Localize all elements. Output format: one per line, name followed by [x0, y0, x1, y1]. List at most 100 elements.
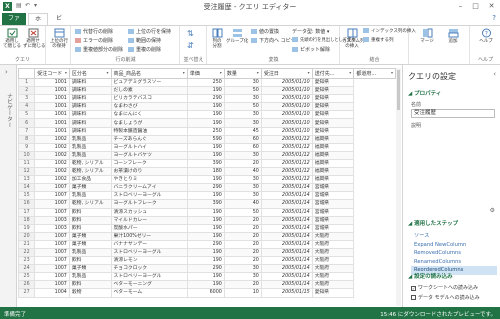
keep-top-button[interactable]: 上位の行を保持 — [128, 28, 171, 36]
table-cell[interactable]: ビュアデミグラスソー — [110, 77, 188, 88]
table-row[interactable]: 6 1001 調味料 なましょうが 190 30 2005/01/10 愛知県 — [18, 118, 396, 128]
table-cell[interactable]: 40 — [223, 167, 262, 177]
table-cell[interactable]: 190 — [186, 207, 225, 217]
table-cell[interactable]: 180 — [186, 167, 225, 177]
remove-alternate-rows-button[interactable]: 代替行の削除 — [75, 28, 113, 36]
merge-button[interactable]: マージ — [416, 28, 438, 54]
applied-step-item[interactable]: Expand NewColumn — [411, 241, 497, 250]
table-cell[interactable]: 愛知県 — [311, 288, 355, 298]
insert-custom-column-button[interactable]: カスタム列 の挿入 — [342, 28, 365, 54]
table-cell[interactable]: ベターモーニング — [110, 280, 188, 290]
tab-home[interactable]: ホーム — [28, 13, 48, 47]
table-cell[interactable]: 乳製品 — [68, 272, 112, 282]
table-cell[interactable]: ストロベリーヨーグル — [110, 272, 188, 282]
table-cell[interactable]: 調味料 — [68, 126, 112, 136]
table-cell[interactable]: 飲料 — [68, 280, 112, 290]
table-cell[interactable]: 福岡県 — [311, 158, 355, 169]
table-cell[interactable]: 20 — [223, 158, 262, 169]
expand-navigator-icon[interactable]: › — [5, 68, 8, 76]
discard-close-button[interactable]: 適用せ ずに閉じる — [23, 28, 46, 54]
column-filter-dropdown-icon[interactable]: ▾ — [65, 70, 67, 75]
help-button[interactable]: ? ヘルプ — [475, 28, 497, 54]
table-cell[interactable]: 飲料 — [68, 215, 112, 225]
table-cell[interactable]: やきとりミ — [110, 175, 188, 185]
append-button[interactable]: 追加 — [442, 28, 464, 54]
table-row[interactable]: 22 1007 乳製品 ストロベリーヨーグル 190 20 2005/01/14 大阪府 — [18, 247, 396, 258]
table-cell[interactable]: 290 — [186, 264, 225, 274]
table-cell[interactable]: 愛知県 — [311, 118, 355, 128]
table-cell[interactable]: 乳製品 — [68, 191, 112, 201]
table-cell[interactable]: 飲料 — [68, 223, 112, 233]
table-cell[interactable]: 愛知県 — [311, 77, 355, 88]
table-cell[interactable]: 福岡県 — [311, 134, 355, 144]
select-all-corner[interactable] — [18, 68, 36, 79]
table-cell[interactable]: 清涼スカッシュ — [110, 207, 188, 217]
table-cell[interactable]: 大阪府 — [311, 272, 355, 282]
table-cell[interactable]: 調味料 — [68, 102, 112, 112]
table-cell[interactable]: 190 — [186, 272, 225, 282]
table-cell[interactable]: 1007 — [34, 280, 70, 290]
table-row[interactable]: 4 1001 調味料 なまわさび 190 50 2005/01/10 愛知県 — [18, 102, 396, 112]
column-filter-dropdown-icon[interactable]: ▾ — [106, 70, 108, 75]
table-cell[interactable]: 10 — [223, 288, 262, 298]
table-cell[interactable]: 30 — [223, 264, 262, 274]
maximize-icon[interactable]: □ — [469, 1, 482, 11]
table-cell[interactable]: 2005/01/10 — [260, 86, 313, 96]
table-cell[interactable]: ビリカラテバスコ — [110, 94, 188, 104]
table-cell[interactable]: 1007 — [34, 272, 70, 282]
table-cell[interactable]: 590 — [186, 134, 225, 144]
table-cell[interactable]: 2005/01/12 — [260, 142, 313, 152]
table-cell[interactable]: 愛知県 — [311, 94, 355, 104]
table-cell[interactable]: 2005/01/14 — [260, 207, 313, 217]
table-cell[interactable]: 乳製品 — [68, 150, 112, 160]
replace-values-button[interactable]: 値の置換 — [251, 28, 279, 36]
data-preview-grid[interactable]: 受注コード ▾ 区分名 ▾ 商品_商品名 ▾ 単価 ▾ 数量 ▾ 受注日 ▾ 送付先... ▾ 都道府...… — [18, 68, 396, 306]
table-cell[interactable]: 2005/01/14 — [260, 280, 313, 290]
table-row[interactable]: 16 1007 乾物, シリアル ヨーグルトフレーク 390 40 2005/01/14 宮城… — [18, 199, 396, 209]
column-header[interactable]: 受注コード ▾ — [34, 68, 70, 79]
column-header[interactable]: 単価 ▾ — [186, 68, 225, 79]
table-cell[interactable]: 190 — [186, 247, 225, 258]
tab-file[interactable]: ファイル — [2, 13, 26, 34]
table-cell[interactable]: 大阪府 — [311, 264, 355, 274]
table-cell[interactable]: 190 — [186, 86, 225, 96]
keep-duplicates-button[interactable]: 重複の削除 — [128, 46, 161, 54]
table-cell[interactable]: 大阪府 — [311, 239, 355, 249]
table-cell[interactable]: 愛知県 — [311, 102, 355, 112]
table-cell[interactable]: 飲料 — [68, 207, 112, 217]
close-pane-icon[interactable]: ‹ — [493, 70, 496, 78]
table-cell[interactable]: 390 — [186, 199, 225, 209]
table-cell[interactable]: 190 — [186, 142, 225, 152]
table-cell[interactable]: 愛知県 — [311, 126, 355, 136]
table-cell[interactable]: 250 — [186, 77, 225, 88]
table-cell[interactable]: 30 — [223, 94, 262, 104]
table-cell[interactable]: 190 — [186, 110, 225, 120]
table-cell[interactable]: 特製本醸造醤油 — [110, 126, 188, 136]
table-cell[interactable]: 調味料 — [68, 110, 112, 120]
table-cell[interactable]: 大阪府 — [311, 256, 355, 266]
table-cell[interactable]: 30 — [223, 77, 262, 88]
table-cell[interactable]: 2005/01/12 — [260, 167, 313, 177]
table-cell[interactable]: 乾物, シリアル — [68, 167, 112, 177]
table-cell[interactable]: バニラクリームアイ — [110, 183, 188, 193]
table-row[interactable]: 8 1002 乳製品 チーズあらんぐ 590 60 2005/01/12 福岡県 — [18, 134, 396, 144]
grid-vertical-scrollbar[interactable] — [396, 68, 401, 306]
table-cell[interactable]: 2005/01/10 — [260, 118, 313, 128]
duplicate-column-button[interactable]: 重複する列 — [363, 37, 394, 45]
table-row[interactable]: 9 1002 乳製品 ヨーグルトハイ 190 60 2005/01/12 福岡県 — [18, 142, 396, 152]
table-cell[interactable]: 調味料 — [68, 94, 112, 104]
table-cell[interactable]: 2005/01/12 — [260, 175, 313, 185]
table-cell[interactable]: 2005/01/14 — [260, 215, 313, 225]
load-to-data-model-checkbox[interactable]: データ モデルへの読み込み — [411, 294, 480, 301]
table-cell[interactable]: 1007 — [34, 207, 70, 217]
column-header[interactable]: 受注日 ▾ — [260, 68, 313, 79]
table-cell[interactable]: 2005/01/14 — [260, 264, 313, 274]
table-cell[interactable]: 2005/01/12 — [260, 150, 313, 160]
load-to-worksheet-checkbox[interactable]: ✓ ワークシートへの読み込み — [411, 284, 478, 291]
table-row[interactable]: 3 1001 調味料 ビリカラテバスコ 290 30 2005/01/10 愛知県 — [18, 94, 396, 104]
table-row[interactable]: 7 1001 調味料 特製本醸造醤油 250 45 2005/01/10 愛知県 — [18, 126, 396, 136]
table-row[interactable]: 25 1007 乳製品 ストロベリーヨーグル 190 30 2005/01/14 大阪府 — [18, 272, 396, 282]
table-row[interactable]: 1 1001 調味料 ビュアデミグラスソー 250 30 2005/01/10 愛知県 — [18, 77, 396, 88]
table-cell[interactable]: 20 — [223, 280, 262, 290]
table-cell[interactable]: 飲料 — [68, 256, 112, 266]
